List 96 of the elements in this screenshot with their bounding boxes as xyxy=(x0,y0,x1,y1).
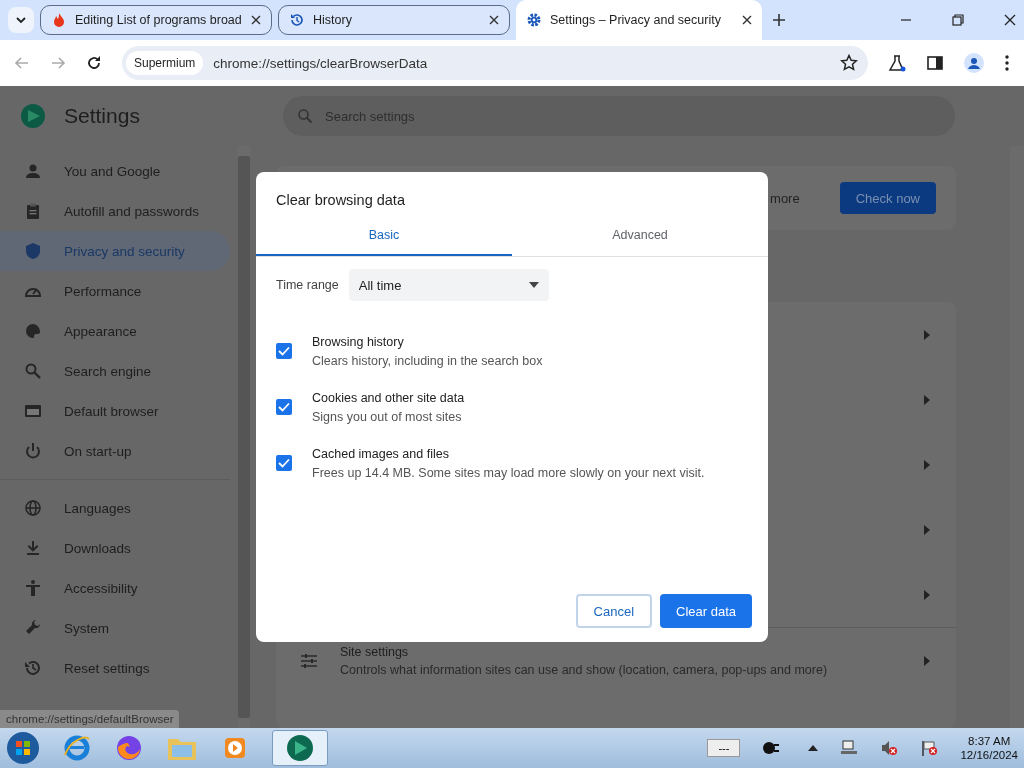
chevron-right-icon[interactable] xyxy=(924,329,930,340)
nav-icon xyxy=(24,402,42,420)
side-panel-icon[interactable] xyxy=(926,54,944,72)
checkbox[interactable] xyxy=(276,455,292,471)
new-tab-icon[interactable] xyxy=(772,13,786,27)
taskbar-button[interactable] xyxy=(272,730,328,766)
nav-icon xyxy=(24,442,42,460)
logo-icon xyxy=(20,103,46,129)
nav-item[interactable]: Languages xyxy=(0,488,230,528)
nav-item[interactable]: Reset settings xyxy=(0,648,230,688)
nav-item[interactable]: Default browser xyxy=(0,391,230,431)
nav-icon xyxy=(24,202,42,220)
menu-icon[interactable] xyxy=(1004,54,1010,72)
nav-icon xyxy=(24,322,42,340)
address-bar[interactable]: Supermium chrome://settings/clearBrowserData xyxy=(122,46,868,80)
nav-item[interactable]: Performance xyxy=(0,271,230,311)
history-icon xyxy=(289,12,305,28)
option-description: Signs you out of most sites xyxy=(312,409,463,424)
status-url: chrome://settings/defaultBrowser xyxy=(0,710,180,728)
option-title: Cached images and files xyxy=(312,446,450,461)
sliders-icon xyxy=(300,651,318,670)
network-icon[interactable] xyxy=(840,739,859,757)
close-icon[interactable] xyxy=(489,15,499,25)
cancel-button[interactable]: Cancel xyxy=(575,594,652,628)
tab-title: Settings – Privacy and security xyxy=(550,13,722,27)
close-icon[interactable] xyxy=(1004,14,1016,26)
nav-item[interactable]: Autofill and passwords xyxy=(0,191,230,231)
tab-list-button[interactable] xyxy=(8,7,34,33)
site-chip[interactable]: Supermium xyxy=(126,51,204,75)
clear-data-button[interactable]: Clear data xyxy=(660,594,752,628)
nav-item[interactable]: Accessibility xyxy=(0,568,230,608)
check-now-button[interactable]: Check now xyxy=(839,182,936,214)
chevron-right-icon[interactable] xyxy=(924,459,930,470)
volume-muted-icon[interactable] xyxy=(880,739,899,757)
clock-date: 12/16/2024 xyxy=(960,749,1018,761)
nav-icon xyxy=(24,362,42,380)
flag-icon[interactable] xyxy=(920,739,939,757)
option-title: Cookies and other site data xyxy=(312,390,465,405)
tab-title: Editing List of programs broad xyxy=(75,13,243,27)
card-text: more xyxy=(770,190,800,206)
scrollbar[interactable] xyxy=(1010,146,1024,728)
nav-item[interactable]: System xyxy=(0,608,230,648)
nav-item[interactable]: Privacy and security xyxy=(0,231,230,271)
dialog-title: Clear browsing data xyxy=(275,191,406,210)
clock-time: 8:37 AM xyxy=(968,735,1011,747)
star-icon[interactable] xyxy=(840,54,858,72)
browser-tab[interactable]: Editing List of programs broad xyxy=(40,5,272,35)
nav-icon xyxy=(24,539,42,557)
show-hidden-icon[interactable] xyxy=(808,744,819,752)
page-title: Settings xyxy=(64,104,140,128)
start-button[interactable] xyxy=(6,731,40,765)
nav-icon xyxy=(24,619,42,637)
browser-tab[interactable]: Settings – Privacy and security xyxy=(516,0,762,40)
close-icon[interactable] xyxy=(251,15,261,25)
url-text: chrome://settings/clearBrowserData xyxy=(213,55,428,71)
caret-icon xyxy=(528,282,539,288)
nav-item[interactable]: Search engine xyxy=(0,351,230,391)
option-description: Clears history, including in the search box xyxy=(312,353,543,368)
nav-item[interactable]: Downloads xyxy=(0,528,230,568)
profile-icon[interactable] xyxy=(964,53,984,73)
nav-icon xyxy=(24,242,42,260)
plug-icon[interactable] xyxy=(762,741,781,755)
time-range-dropdown[interactable]: All time xyxy=(348,269,549,301)
chevron-right-icon[interactable] xyxy=(924,524,930,535)
chevron-right-icon[interactable] xyxy=(924,655,930,666)
battery-indicator: --- xyxy=(707,739,741,757)
nav-item[interactable]: On start-up xyxy=(0,431,230,471)
row-title: Site settings xyxy=(340,644,410,659)
flame-icon xyxy=(51,12,67,28)
nav-item[interactable]: You and Google xyxy=(0,151,230,191)
chevron-down-icon xyxy=(15,14,27,26)
chevron-right-icon[interactable] xyxy=(924,589,930,600)
nav-item[interactable]: Appearance xyxy=(0,311,230,351)
nav-icon xyxy=(24,579,42,597)
nav-icon xyxy=(24,499,42,517)
chevron-right-icon[interactable] xyxy=(924,394,930,405)
reload-icon[interactable] xyxy=(86,55,102,71)
search-icon xyxy=(297,108,313,124)
close-icon[interactable] xyxy=(742,15,752,25)
dialog-tab[interactable]: Advanced xyxy=(512,220,768,256)
restore-icon[interactable] xyxy=(952,14,964,26)
option-title: Browsing history xyxy=(312,334,405,349)
dialog-tab[interactable]: Basic xyxy=(256,220,512,256)
globe-icon[interactable] xyxy=(62,733,92,763)
logo-icon xyxy=(285,733,315,763)
field-label: Time range xyxy=(276,278,339,292)
nav-icon xyxy=(24,659,42,677)
row-description: Controls what information sites can use and show (location, camera, pop-ups and more) xyxy=(340,662,829,677)
tab-title: History xyxy=(313,13,353,27)
scrollbar[interactable] xyxy=(238,146,250,728)
option-description: Frees up 14.4 MB. Some sites may load more slowly on your next visit. xyxy=(312,465,705,480)
checkbox[interactable] xyxy=(276,343,292,359)
flask-icon[interactable] xyxy=(888,54,906,72)
browser-tab[interactable]: History xyxy=(278,5,510,35)
checkbox[interactable] xyxy=(276,399,292,415)
nav-icon xyxy=(24,162,42,180)
